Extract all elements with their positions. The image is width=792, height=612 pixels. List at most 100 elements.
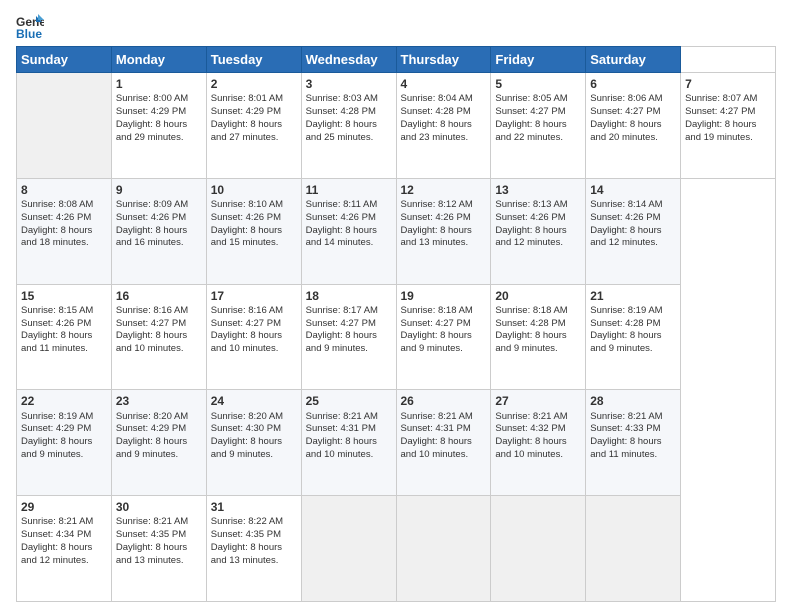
calendar-cell: 23 Sunrise: 8:20 AMSunset: 4:29 PM Dayligh… <box>111 390 206 496</box>
calendar-cell <box>301 496 396 602</box>
sunset-text: Sunset: 4:27 PM <box>590 106 660 117</box>
calendar-cell: 9Sunrise: 8:09 AMSunset: 4:26 PMDaylight… <box>111 178 206 284</box>
sunset-text: Sunset: 4:27 PM <box>495 106 565 117</box>
calendar-cell: 25Sunrise: 8:21 AMSunset: 4:31 PMDayligh… <box>301 390 396 496</box>
sunrise-text: Sunrise: 8:18 AM <box>401 305 473 316</box>
calendar-week-row: 15Sunrise: 8:15 AMSunset: 4:26 PMDayligh… <box>17 284 776 390</box>
sunrise-text: Sunrise: 8:16 AM <box>211 305 283 316</box>
day-number: 21 <box>590 288 676 304</box>
day-number: 23 <box>116 393 202 409</box>
day-number: 8 <box>21 182 107 198</box>
calendar-week-row: 1Sunrise: 8:00 AMSunset: 4:29 PMDaylight… <box>17 73 776 179</box>
calendar-cell <box>586 496 681 602</box>
daylight-text: Daylight: 8 hours and 9 minutes. <box>401 330 472 354</box>
sunrise-text: Sunrise: 8:20 AM <box>116 411 188 422</box>
calendar-cell: 12Sunrise: 8:12 AMSunset: 4:26 PMDayligh… <box>396 178 491 284</box>
weekday-header-monday: Monday <box>111 47 206 73</box>
weekday-header-saturday: Saturday <box>586 47 681 73</box>
day-number: 5 <box>495 76 581 92</box>
calendar-week-row: 8Sunrise: 8:08 AM Sunset: 4:26 PM Daylight… <box>17 178 776 284</box>
calendar-cell: 8Sunrise: 8:08 AM Sunset: 4:26 PM Daylight… <box>17 178 112 284</box>
sunrise-text: Sunrise: 8:13 AM <box>495 199 567 210</box>
day-number: 31 <box>211 499 297 515</box>
daylight-text: Daylight: 8 hours and 27 minutes. <box>211 119 282 143</box>
daylight-text: Daylight: 8 hours and 15 minutes. <box>211 225 282 249</box>
sunset-text: Sunset: 4:31 PM <box>306 423 376 434</box>
sunset-text: Sunset: 4:29 PM <box>116 106 186 117</box>
weekday-header-sunday: Sunday <box>17 47 112 73</box>
daylight-text: Daylight: 8 hours and 10 minutes. <box>211 330 282 354</box>
sunrise-text: Sunrise: 8:22 AM <box>211 516 283 527</box>
sunset-text: Sunset: 4:26 PM <box>590 212 660 223</box>
day-number: 17 <box>211 288 297 304</box>
calendar-cell: 10Sunrise: 8:10 AMSunset: 4:26 PMDayligh… <box>206 178 301 284</box>
calendar-cell: 14Sunrise: 8:14 AMSunset: 4:26 PMDayligh… <box>586 178 681 284</box>
daylight-text: Daylight: 8 hours and 22 minutes. <box>495 119 566 143</box>
day-number: 19 <box>401 288 487 304</box>
sunrise-text: Sunrise: 8:19 AM <box>590 305 662 316</box>
daylight-text: Daylight: 8 hours and 13 minutes. <box>211 542 282 566</box>
sunset-text: Sunset: 4:26 PM <box>21 318 91 329</box>
daylight-text: Daylight: 8 hours and 11 minutes. <box>21 330 92 354</box>
sunrise-text: Sunrise: 8:07 AM <box>685 93 757 104</box>
sunrise-text: Sunrise: 8:18 AM <box>495 305 567 316</box>
calendar-cell: 6Sunrise: 8:06 AMSunset: 4:27 PMDaylight… <box>586 73 681 179</box>
logo: General Blue <box>16 12 48 40</box>
sunset-text: Sunset: 4:26 PM <box>401 212 471 223</box>
day-number: 24 <box>211 393 297 409</box>
weekday-header-tuesday: Tuesday <box>206 47 301 73</box>
sunset-text: Sunset: 4:27 PM <box>401 318 471 329</box>
day-number: 25 <box>306 393 392 409</box>
sunset-text: Sunset: 4:29 PM <box>116 423 186 434</box>
day-number: 2 <box>211 76 297 92</box>
sunrise-text: Sunrise: 8:06 AM <box>590 93 662 104</box>
sunset-text: Sunset: 4:28 PM <box>495 318 565 329</box>
sunrise-text: Sunrise: 8:04 AM <box>401 93 473 104</box>
calendar-cell: 26Sunrise: 8:21 AMSunset: 4:31 PMDayligh… <box>396 390 491 496</box>
daylight-text: Daylight: 8 hours and 10 minutes. <box>401 436 472 460</box>
sunset-text: Sunset: 4:31 PM <box>401 423 471 434</box>
daylight-text: Daylight: 8 hours and 19 minutes. <box>685 119 756 143</box>
daylight-text: Daylight: 8 hours and 18 minutes. <box>21 225 92 249</box>
day-number: 20 <box>495 288 581 304</box>
sunset-text: Sunset: 4:35 PM <box>116 529 186 540</box>
sunset-text: Sunset: 4:28 PM <box>306 106 376 117</box>
weekday-header-thursday: Thursday <box>396 47 491 73</box>
sunset-text: Sunset: 4:27 PM <box>306 318 376 329</box>
sunset-text: Sunset: 4:28 PM <box>401 106 471 117</box>
daylight-text: Daylight: 8 hours and 12 minutes. <box>495 225 566 249</box>
sunset-text: Sunset: 4:33 PM <box>590 423 660 434</box>
sunrise-text: Sunrise: 8:14 AM <box>590 199 662 210</box>
svg-text:Blue: Blue <box>16 27 42 40</box>
calendar-cell <box>17 73 112 179</box>
sunset-text: Sunset: 4:32 PM <box>495 423 565 434</box>
day-number: 12 <box>401 182 487 198</box>
day-number: 14 <box>590 182 676 198</box>
daylight-text: Daylight: 8 hours and 29 minutes. <box>116 119 187 143</box>
sunrise-text: Sunrise: 8:21 AM <box>495 411 567 422</box>
header: General Blue <box>16 12 776 40</box>
sunset-text: Sunset: 4:26 PM <box>21 212 91 223</box>
calendar-cell: 4Sunrise: 8:04 AMSunset: 4:28 PMDaylight… <box>396 73 491 179</box>
day-number: 9 <box>116 182 202 198</box>
calendar-cell <box>491 496 586 602</box>
daylight-text: Daylight: 8 hours and 25 minutes. <box>306 119 377 143</box>
daylight-text: Daylight: 8 hours and 9 minutes. <box>590 330 661 354</box>
calendar-cell: 16Sunrise: 8:16 AMSunset: 4:27 PMDayligh… <box>111 284 206 390</box>
sunset-text: Sunset: 4:34 PM <box>21 529 91 540</box>
daylight-text: Daylight: 8 hours and 13 minutes. <box>401 225 472 249</box>
sunset-text: Sunset: 4:27 PM <box>211 318 281 329</box>
calendar-week-row: 22Sunrise: 8:19 AMSunset: 4:29 PMDayligh… <box>17 390 776 496</box>
calendar-cell: 21Sunrise: 8:19 AMSunset: 4:28 PMDayligh… <box>586 284 681 390</box>
day-number: 10 <box>211 182 297 198</box>
calendar-cell: 17Sunrise: 8:16 AM Sunset: 4:27 PMDayligh… <box>206 284 301 390</box>
daylight-text: Daylight: 8 hours and 9 minutes. <box>211 436 282 460</box>
calendar-cell: 1Sunrise: 8:00 AMSunset: 4:29 PMDaylight… <box>111 73 206 179</box>
calendar-cell: 7Sunrise: 8:07 AMSunset: 4:27 PMDaylight… <box>681 73 776 179</box>
calendar-cell: 28Sunrise: 8:21 AMSunset: 4:33 PMDayligh… <box>586 390 681 496</box>
sunrise-text: Sunrise: 8:08 AM <box>21 199 93 210</box>
calendar-cell: 20Sunrise: 8:18 AMSunset: 4:28 PMDayligh… <box>491 284 586 390</box>
sunset-text: Sunset: 4:26 PM <box>116 212 186 223</box>
daylight-text: Daylight: 8 hours and 9 minutes. <box>116 436 187 460</box>
calendar-cell: 3Sunrise: 8:03 AMSunset: 4:28 PMDaylight… <box>301 73 396 179</box>
